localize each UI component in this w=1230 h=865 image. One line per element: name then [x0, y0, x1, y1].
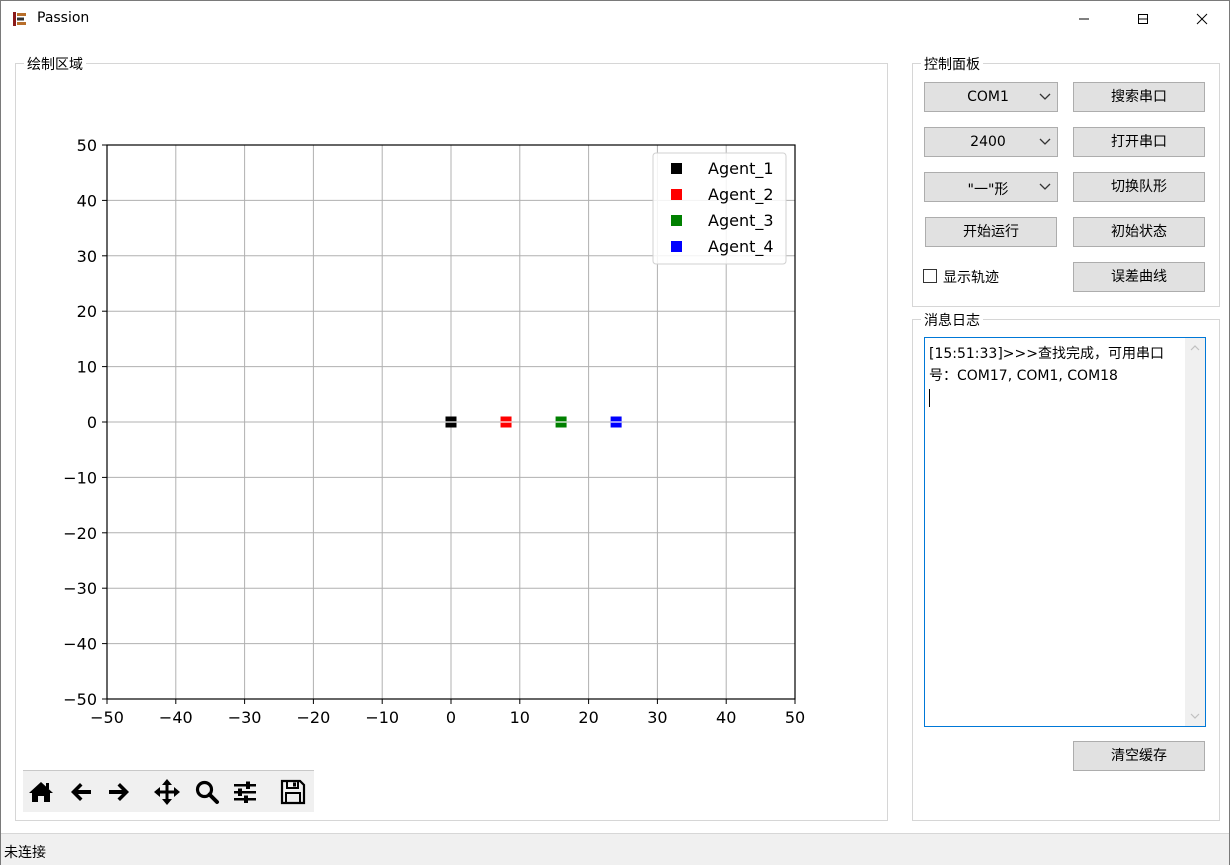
text-caret [929, 389, 930, 407]
legend-marker [671, 189, 682, 200]
start-run-button[interactable]: 开始运行 [925, 217, 1057, 247]
home-button[interactable] [25, 776, 57, 808]
x-tick-label: −10 [365, 708, 399, 727]
chevron-down-icon [1039, 138, 1051, 145]
scroll-up-button[interactable] [1185, 338, 1205, 358]
y-tick-label: 30 [77, 247, 97, 266]
legend-label: Agent_1 [708, 159, 774, 179]
x-tick-label: −20 [297, 708, 331, 727]
home-icon [29, 782, 53, 802]
close-button[interactable] [1179, 1, 1225, 37]
legend: Agent_1 Agent_2 Agent_3 Agent_4 [652, 152, 787, 265]
plot-toolbar [23, 770, 314, 812]
baud-rate-value: 2400 [970, 134, 1006, 150]
back-button[interactable] [65, 776, 97, 808]
client-area: 绘制区域 −50 −40 −30 −20 −10 0 10 20 30 40 50 −50 −40 −30… [1, 37, 1229, 833]
x-tick-label: 50 [785, 708, 805, 727]
legend-label: Agent_3 [708, 211, 774, 231]
message-log-textarea[interactable]: [15:51:33]>>>查找完成，可用串口号：COM17, COM1, COM… [924, 337, 1206, 727]
save-floppy-icon [280, 779, 306, 805]
port-select[interactable]: COM1 [924, 82, 1058, 112]
save-button[interactable] [277, 776, 309, 808]
x-tick-label: 0 [446, 708, 456, 727]
main-window: Passion 绘制区域 −50 −40 −30 −20 −10 0 10 20 30 40 50−… [0, 0, 1230, 865]
status-bar: 未连接 [1, 833, 1229, 865]
y-tick-label: 20 [77, 302, 97, 321]
y-tick-label: −20 [63, 524, 97, 543]
minimize-button-area[interactable] [1061, 1, 1107, 37]
back-arrow-icon [71, 783, 91, 801]
minimize-icon [1079, 18, 1089, 20]
y-tick-label: 0 [87, 413, 97, 432]
legend-marker [671, 215, 682, 226]
plot-canvas[interactable]: −50 −40 −30 −20 −10 0 10 20 30 40 50 −50 −40 −30 −20 −1… [1, 37, 901, 767]
formation-value: "一"形 [967, 182, 1009, 198]
x-tick-label: 40 [716, 708, 736, 727]
chevron-down-icon [1190, 713, 1200, 719]
switch-formation-button[interactable]: 切换队形 [1073, 172, 1205, 202]
maximize-button[interactable] [1120, 1, 1166, 37]
chevron-down-icon [1039, 183, 1051, 190]
port-select-value: COM1 [967, 89, 1009, 105]
chevron-up-icon [1190, 345, 1200, 351]
connection-status: 未连接 [4, 845, 46, 861]
log-scrollbar[interactable] [1185, 338, 1205, 726]
x-tick-label: 30 [647, 708, 667, 727]
x-tick-label: −30 [228, 708, 262, 727]
x-tick-label: 20 [578, 708, 598, 727]
search-port-button[interactable]: 搜索串口 [1073, 82, 1205, 112]
open-port-button[interactable]: 打开串口 [1073, 127, 1205, 157]
baud-rate-select[interactable]: 2400 [924, 127, 1058, 157]
zoom-magnifier-icon [195, 780, 219, 804]
pan-move-icon [154, 779, 180, 805]
legend-label: Agent_4 [708, 237, 774, 257]
configure-sliders-icon [234, 781, 256, 803]
title-bar[interactable]: Passion [1, 1, 1229, 37]
clear-cache-button[interactable]: 清空缓存 [1073, 741, 1205, 771]
y-tick-label: −30 [63, 579, 97, 598]
pan-button[interactable] [151, 776, 183, 808]
legend-marker [671, 163, 682, 174]
y-tick-label: 50 [77, 136, 97, 155]
forward-arrow-icon [109, 783, 129, 801]
x-tick-label: −50 [90, 708, 124, 727]
x-tick-label: −40 [159, 708, 193, 727]
chevron-down-icon [1039, 93, 1051, 100]
log-content: [15:51:33]>>>查找完成，可用串口号：COM17, COM1, COM… [929, 343, 1184, 409]
y-tick-label: −40 [63, 635, 97, 654]
initial-state-button[interactable]: 初始状态 [1073, 217, 1205, 247]
zoom-button[interactable] [191, 776, 223, 808]
maximize-icon [1138, 14, 1148, 24]
message-log-title: 消息日志 [921, 310, 983, 330]
x-tick-label: 10 [510, 708, 530, 727]
y-tick-label: −10 [63, 468, 97, 487]
show-trace-label: 显示轨迹 [943, 270, 999, 286]
legend-marker [671, 241, 682, 252]
formation-select[interactable]: "一"形 [924, 172, 1058, 202]
y-tick-label: 10 [77, 358, 97, 377]
control-panel-title: 控制面板 [921, 54, 983, 74]
legend-label: Agent_2 [708, 185, 774, 205]
y-tick-label: 40 [77, 191, 97, 210]
app-icon [13, 12, 26, 26]
configure-button[interactable] [229, 776, 261, 808]
window-title: Passion [37, 10, 90, 26]
forward-button[interactable] [103, 776, 135, 808]
y-tick-label: −50 [63, 690, 97, 709]
show-trace-checkbox-box[interactable] [923, 269, 937, 283]
error-curve-button[interactable]: 误差曲线 [1073, 262, 1205, 292]
scroll-down-button[interactable] [1185, 706, 1205, 726]
close-icon [1196, 13, 1208, 25]
log-line: [15:51:33]>>>查找完成，可用串口号：COM17, COM1, COM… [929, 346, 1164, 384]
